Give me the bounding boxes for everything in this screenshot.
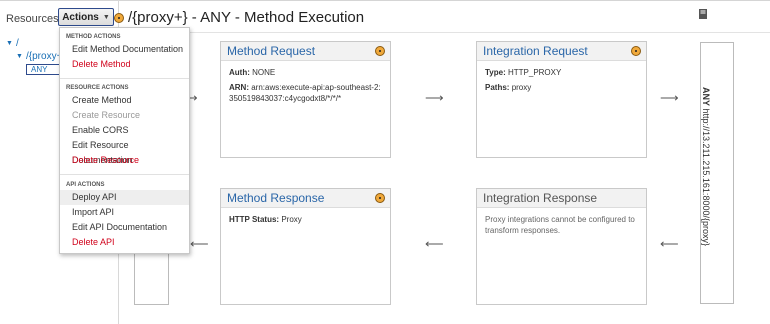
menu-item-edit-api-doc[interactable]: Edit API Documentation [60, 220, 189, 235]
menu-item-create-resource[interactable]: Create Resource [60, 108, 189, 123]
page-title: /{proxy+} - ANY - Method Execution [128, 9, 365, 26]
menu-item-delete-resource[interactable]: Delete Resource [60, 153, 189, 168]
method-response-header[interactable]: Method Response [221, 189, 390, 208]
header-divider [119, 32, 770, 33]
menu-divider [60, 78, 189, 79]
book-icon[interactable] [698, 8, 708, 20]
menu-item-enable-cors[interactable]: Enable CORS [60, 123, 189, 138]
actions-dropdown-menu: METHOD ACTIONS Edit Method Documentation… [59, 27, 190, 254]
arn-label: ARN: [229, 83, 249, 92]
method-request-header[interactable]: Method Request [221, 42, 390, 61]
menu-divider [60, 174, 189, 175]
method-response-title[interactable]: Method Response [227, 191, 324, 205]
status-dot-icon [375, 193, 385, 203]
auth-value: NONE [252, 68, 276, 77]
arrow-left-icon: ⟵ [190, 236, 209, 251]
status-dot-icon [631, 46, 641, 56]
expand-triangle-icon[interactable]: ▼ [6, 40, 16, 47]
integration-response-card: Integration Response Proxy integrations … [476, 188, 647, 305]
endpoint-url: http://13.211.215.161:8000/{proxy} [701, 108, 711, 246]
type-value: HTTP_PROXY [507, 68, 562, 77]
method-request-title[interactable]: Method Request [227, 44, 315, 58]
endpoint-method: ANY [701, 87, 711, 107]
method-request-card[interactable]: Method Request Auth: NONE ARN: arn:aws:e… [220, 41, 391, 158]
menu-item-delete-api[interactable]: Delete API [60, 235, 189, 250]
resources-label: Resources [6, 13, 59, 25]
page-header: /{proxy+} - ANY - Method Execution [114, 9, 364, 26]
menu-header-resource: RESOURCE ACTIONS [66, 85, 129, 91]
tree-item-any-method[interactable]: ANY [26, 64, 60, 75]
arrow-left-icon: ⟵ [425, 236, 444, 251]
status-dot-icon [375, 46, 385, 56]
integration-request-title[interactable]: Integration Request [483, 44, 588, 58]
menu-header-api: API ACTIONS [66, 182, 105, 188]
integration-response-title: Integration Response [483, 191, 598, 205]
menu-header-method: METHOD ACTIONS [66, 34, 121, 40]
method-response-card[interactable]: Method Response HTTP Status: Proxy [220, 188, 391, 305]
actions-label: Actions [62, 11, 99, 23]
integration-request-header[interactable]: Integration Request [477, 42, 646, 61]
auth-label: Auth: [229, 68, 250, 77]
http-status-value: Proxy [281, 215, 302, 224]
integration-response-header: Integration Response [477, 189, 646, 208]
arn-value: arn:aws:execute-api:ap-southeast-2:35051… [229, 83, 381, 103]
resource-badge-icon [114, 12, 124, 23]
menu-item-edit-method-doc[interactable]: Edit Method Documentation [60, 42, 189, 57]
endpoint-box: ANY http://13.211.215.161:8000/{proxy} [700, 42, 734, 304]
paths-value: proxy [511, 83, 532, 92]
menu-item-delete-method[interactable]: Delete Method [60, 57, 189, 72]
tree-item-root[interactable]: ▼ / [6, 38, 19, 49]
caret-down-icon: ▼ [102, 13, 110, 21]
menu-item-create-method[interactable]: Create Method [60, 93, 189, 108]
actions-button[interactable]: Actions ▼ [58, 8, 114, 26]
paths-label: Paths: [485, 83, 510, 92]
integration-request-card[interactable]: Integration Request Type: HTTP_PROXY Pat… [476, 41, 647, 158]
tree-root-label[interactable]: / [16, 38, 19, 49]
arrow-right-icon: ⟶ [425, 90, 444, 105]
arrow-left-icon: ⟵ [660, 236, 679, 251]
type-label: Type: [485, 68, 506, 77]
arrow-right-icon: ⟶ [660, 90, 679, 105]
menu-item-import-api[interactable]: Import API [60, 205, 189, 220]
expand-triangle-icon[interactable]: ▼ [16, 53, 26, 60]
endpoint-label: ANY http://13.211.215.161:8000/{proxy} [701, 87, 711, 246]
menu-item-deploy-api[interactable]: Deploy API [60, 190, 189, 205]
menu-item-edit-resource-doc[interactable]: Edit Resource Documentation [60, 138, 189, 165]
integration-response-note: Proxy integrations cannot be configured … [485, 215, 635, 235]
http-status-label: HTTP Status: [229, 215, 280, 224]
top-border [0, 0, 770, 1]
